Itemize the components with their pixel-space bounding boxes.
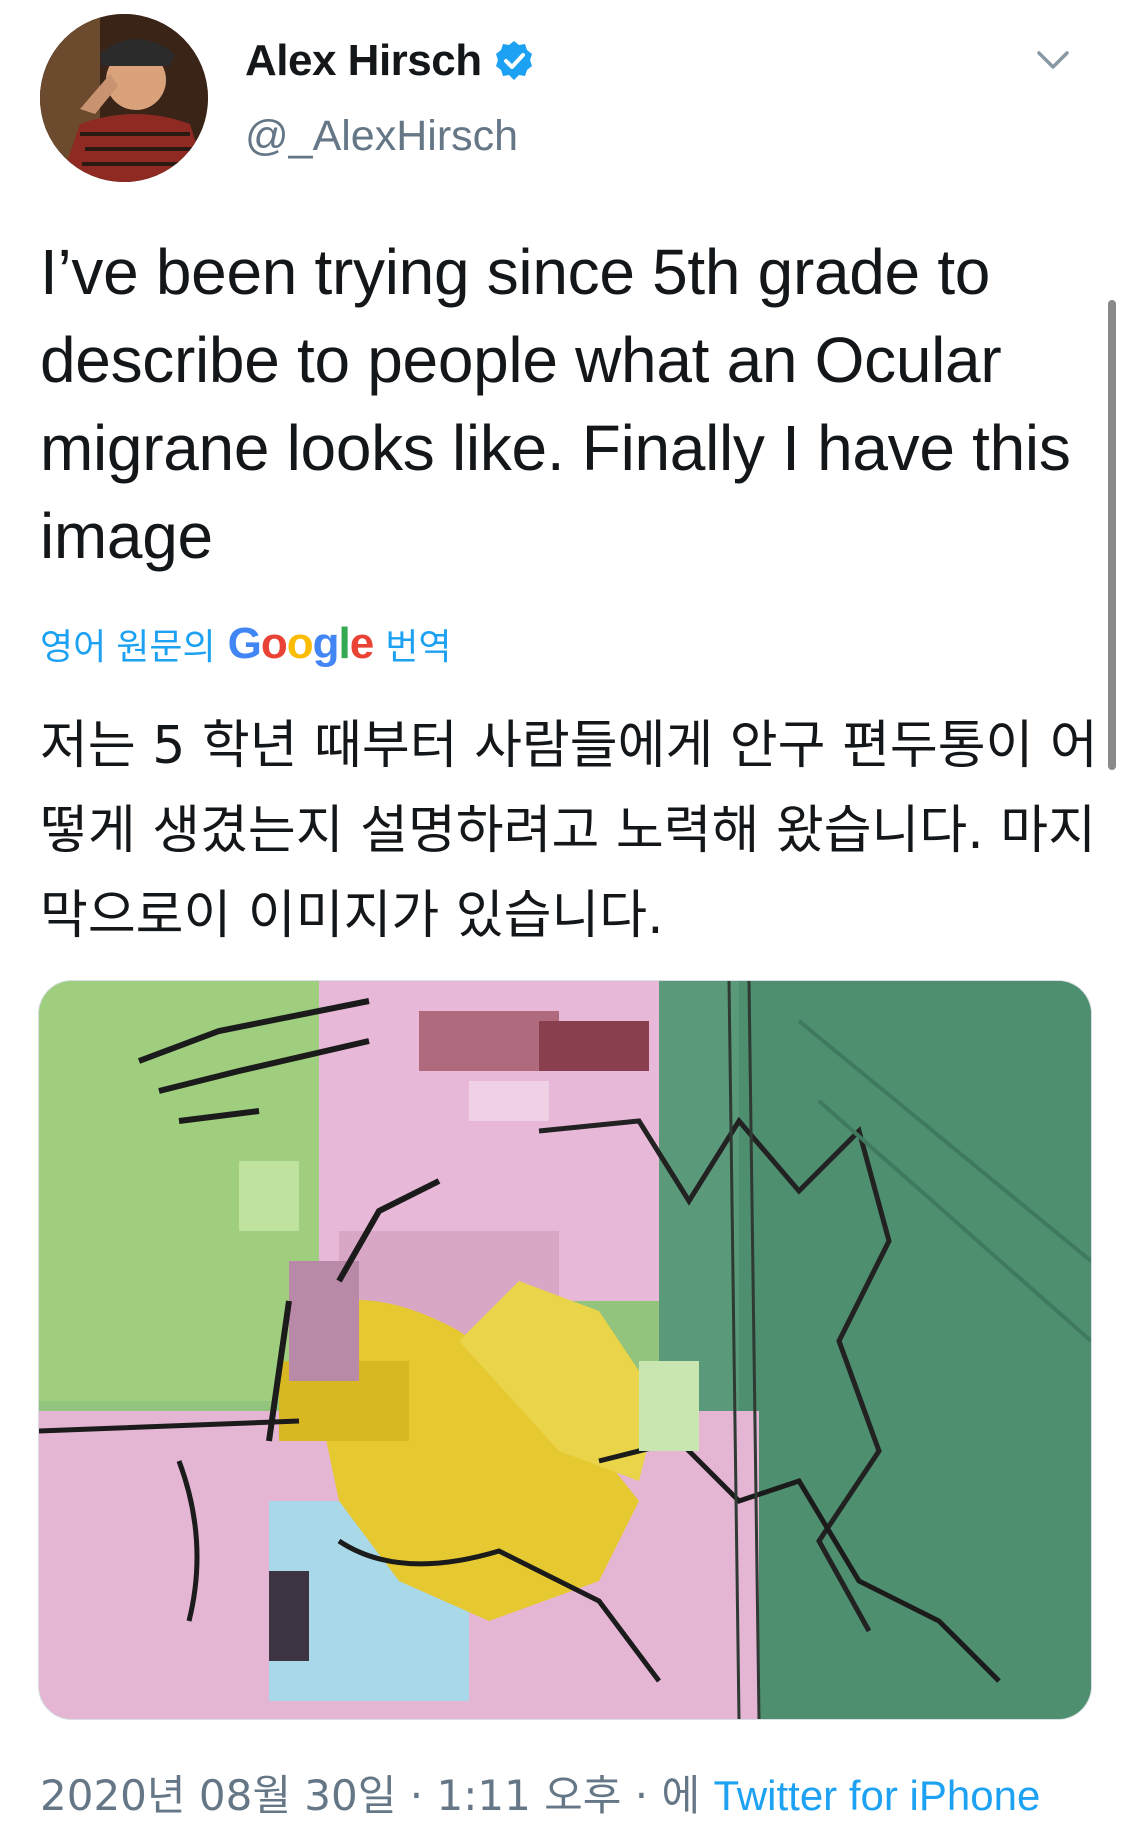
via-text: 에: [661, 1771, 701, 1820]
scrollbar[interactable]: [1108, 300, 1116, 770]
author-handle[interactable]: @_AlexHirsch: [245, 112, 518, 161]
separator-dot: ·: [634, 1771, 662, 1820]
translate-prefix: 영어 원문의: [40, 626, 216, 667]
tweet-text: I’ve been trying since 5th grade to desc…: [40, 236, 1071, 572]
author-name-row[interactable]: Alex Hirsch: [245, 36, 536, 86]
author-display-name[interactable]: Alex Hirsch: [245, 36, 482, 86]
tweet-client-link[interactable]: Twitter for iPhone: [713, 1772, 1040, 1819]
separator-dot: ·: [409, 1771, 437, 1820]
chevron-down-icon[interactable]: [1031, 38, 1075, 82]
translate-suffix: 번역: [385, 626, 452, 667]
tweet-time: 1:11 오후: [436, 1771, 622, 1820]
translated-text: 저는 5 학년 때부터 사람들에게 안구 편두통이 어떻게 생겼는지 설명하려고…: [40, 716, 1098, 946]
verified-badge-icon: [495, 41, 532, 80]
tweet-date: 2020년 08월 30일: [40, 1771, 397, 1820]
tweet-media-image[interactable]: [38, 980, 1092, 1720]
translate-link[interactable]: 영어 원문의 Google 번역: [40, 616, 451, 672]
tweet-footer: 2020년 08월 30일 · 1:11 오후 · 에 Twitter for …: [40, 1762, 1040, 1823]
avatar[interactable]: [40, 14, 208, 182]
google-logo: Google: [227, 619, 375, 668]
